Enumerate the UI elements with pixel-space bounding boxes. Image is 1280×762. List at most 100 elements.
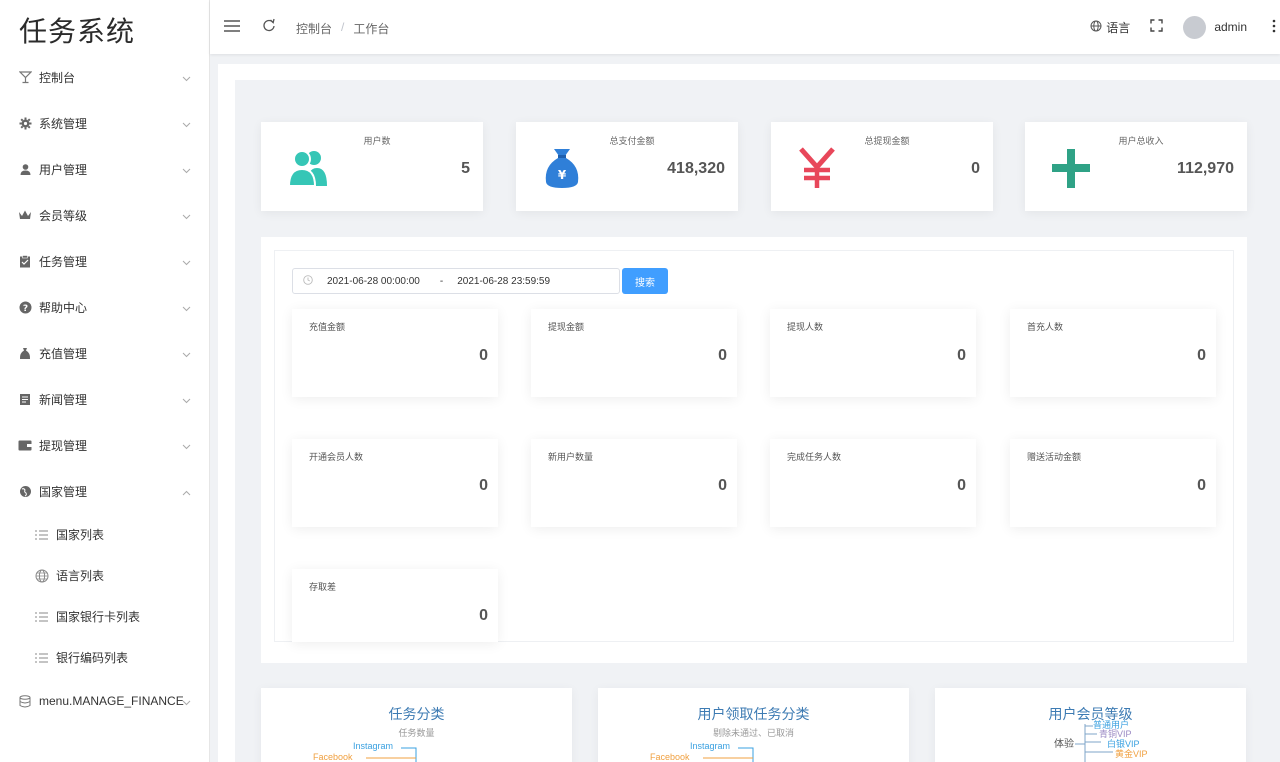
- list-icon: [34, 527, 49, 542]
- sidebar-item-label: 任务管理: [39, 254, 88, 269]
- sidebar-item-help[interactable]: ? 帮助中心: [0, 284, 209, 330]
- money-bag-icon: [18, 346, 32, 360]
- sidebar-item-label: 帮助中心: [39, 300, 88, 315]
- metric-card-withdraw-count: 提现人数 0: [770, 309, 976, 397]
- metric-label: 完成任务人数: [787, 452, 842, 462]
- more-vertical-icon[interactable]: [1272, 19, 1276, 36]
- cocktail-icon: [18, 70, 32, 84]
- username[interactable]: admin: [1214, 20, 1247, 34]
- hamburger-menu-icon[interactable]: [224, 19, 240, 38]
- date-range-picker[interactable]: 2021-06-28 00:00:00 - 2021-06-28 23:59:5…: [292, 268, 620, 294]
- metric-value: 0: [479, 347, 488, 364]
- money-bag-icon: ¥: [540, 146, 584, 190]
- metric-value: 0: [1197, 347, 1206, 364]
- sidebar-item-news[interactable]: 新闻管理: [0, 376, 209, 422]
- sidebar-item-label: menu.MANAGE_FINANCE: [39, 694, 184, 708]
- header-right-tools: 语言 admin: [1090, 0, 1280, 54]
- clipboard-icon: [18, 254, 32, 268]
- breadcrumb-separator: /: [341, 20, 345, 34]
- app-logo-title: 任务系统: [19, 15, 136, 48]
- stat-value: 5: [461, 160, 470, 177]
- sidebar-subitem-country-list[interactable]: 国家列表: [0, 514, 209, 555]
- sidebar-item-withdraw[interactable]: 提现管理: [0, 422, 209, 468]
- users-icon: [285, 146, 329, 190]
- chart-label-facebook: Facebook: [313, 752, 353, 762]
- metric-card-task-completed: 完成任务人数 0: [770, 439, 976, 527]
- sidebar-item-label: 系统管理: [39, 116, 88, 131]
- metric-label: 首充人数: [1027, 322, 1064, 332]
- metric-value: 0: [1197, 477, 1206, 494]
- sidebar-subitem-label: 语言列表: [56, 569, 105, 583]
- newspaper-icon: [18, 392, 32, 406]
- sidebar-item-tasks[interactable]: 任务管理: [0, 238, 209, 284]
- avatar[interactable]: [1183, 15, 1207, 39]
- task-category-chart: Instagram Facebook: [313, 741, 417, 762]
- chevron-down-icon: [182, 393, 191, 407]
- metric-value: 0: [957, 477, 966, 494]
- sidebar-item-label: 控制台: [39, 70, 76, 85]
- metric-card-withdraw-amount: 提现金额 0: [531, 309, 737, 397]
- tree-label-gold-vip: 黄金VIP: [1115, 748, 1148, 759]
- chevron-down-icon: [182, 347, 191, 361]
- sidebar-item-users[interactable]: 用户管理: [0, 146, 209, 192]
- stat-card-total-payment: 总支付金额 ¥ 418,320: [516, 122, 738, 211]
- metric-label: 提现人数: [787, 322, 824, 332]
- chevron-up-icon: [182, 485, 191, 499]
- chart-label-instagram: Instagram: [690, 741, 730, 751]
- fullscreen-icon[interactable]: [1150, 19, 1164, 35]
- chart-card-member-level: 用户会员等级 体验 普通用户 青铜VIP 白银VIP 黄金VIP: [935, 688, 1246, 762]
- sidebar-subitem-label: 国家银行卡列表: [56, 610, 141, 624]
- sidebar-subitem-bank-code-list[interactable]: 银行编码列表: [0, 637, 209, 678]
- sidebar-subitem-bank-card-list[interactable]: 国家银行卡列表: [0, 596, 209, 637]
- chevron-down-icon: [182, 209, 191, 223]
- sidebar-item-label: 充值管理: [39, 346, 88, 361]
- metric-label: 新用户数量: [548, 452, 594, 462]
- chevron-down-icon: [182, 117, 191, 131]
- sidebar-subitem-language-list[interactable]: 语言列表: [0, 555, 209, 596]
- sidebar-item-recharge[interactable]: 充值管理: [0, 330, 209, 376]
- sidebar-item-label: 新闻管理: [39, 392, 88, 407]
- wallet-icon: [18, 438, 32, 452]
- metric-card-first-recharge: 首充人数 0: [1010, 309, 1216, 397]
- metric-value: 0: [718, 347, 727, 364]
- sidebar-item-label: 国家管理: [39, 484, 88, 499]
- sidebar-menu: 控制台 系统管理 用户管理 会员等级 任务管理 ? 帮助中心 充值管理 新闻管理…: [0, 54, 209, 724]
- sidebar-item-system[interactable]: 系统管理: [0, 100, 209, 146]
- metric-label: 提现金额: [548, 322, 585, 332]
- sidebar-item-country[interactable]: 国家管理: [0, 468, 209, 514]
- date-range-separator: -: [439, 275, 444, 287]
- sidebar-item-finance[interactable]: menu.MANAGE_FINANCE: [0, 678, 209, 724]
- chart-card-user-task-category: 用户领取任务分类 剔除未通过、已取消 Instagram Facebook: [598, 688, 909, 762]
- language-switcher[interactable]: 语言: [1090, 19, 1130, 36]
- dashboard-area: 用户数 5 总支付金额 ¥ 418,320 总提现金额 0 用户总收入 112,…: [235, 80, 1280, 762]
- metric-label: 开通会员人数: [309, 452, 364, 462]
- date-range-start[interactable]: 2021-06-28 00:00:00: [327, 276, 420, 287]
- chart-label-facebook: Facebook: [650, 752, 690, 762]
- refresh-icon[interactable]: [262, 18, 276, 37]
- globe-icon: [18, 484, 32, 498]
- list-icon: [34, 609, 49, 624]
- chevron-down-icon: [182, 301, 191, 315]
- sidebar-item-dashboard[interactable]: 控制台: [0, 54, 209, 100]
- chevron-down-icon: [182, 439, 191, 453]
- stat-value: 0: [971, 160, 980, 177]
- chevron-down-icon: [182, 255, 191, 269]
- metric-label: 存取差: [309, 582, 337, 592]
- breadcrumb-item-dashboard[interactable]: 控制台: [296, 20, 332, 37]
- tree-label-bronze-vip: 青铜VIP: [1099, 728, 1132, 739]
- sidebar: 任务系统 控制台 系统管理 用户管理 会员等级 任务管理 ? 帮助中心 充值管理…: [0, 0, 210, 762]
- member-level-tree-chart: 体验 普通用户 青铜VIP 白银VIP 黄金VIP: [1054, 719, 1148, 762]
- chevron-down-icon: [182, 163, 191, 177]
- chart-label-instagram: Instagram: [353, 741, 393, 751]
- user-task-category-chart: Instagram Facebook: [650, 741, 754, 762]
- search-button[interactable]: 搜索: [622, 268, 668, 294]
- sidebar-item-member-level[interactable]: 会员等级: [0, 192, 209, 238]
- chevron-down-icon: [182, 695, 191, 709]
- svg-text:?: ?: [22, 304, 27, 314]
- crown-icon: [18, 208, 32, 222]
- stat-card-users: 用户数 5: [261, 122, 483, 211]
- chart-card-task-category: 任务分类 任务数量 Instagram Facebook: [261, 688, 572, 762]
- sidebar-item-label: 提现管理: [39, 438, 88, 453]
- chevron-down-icon: [182, 71, 191, 85]
- date-range-end[interactable]: 2021-06-28 23:59:59: [457, 276, 550, 287]
